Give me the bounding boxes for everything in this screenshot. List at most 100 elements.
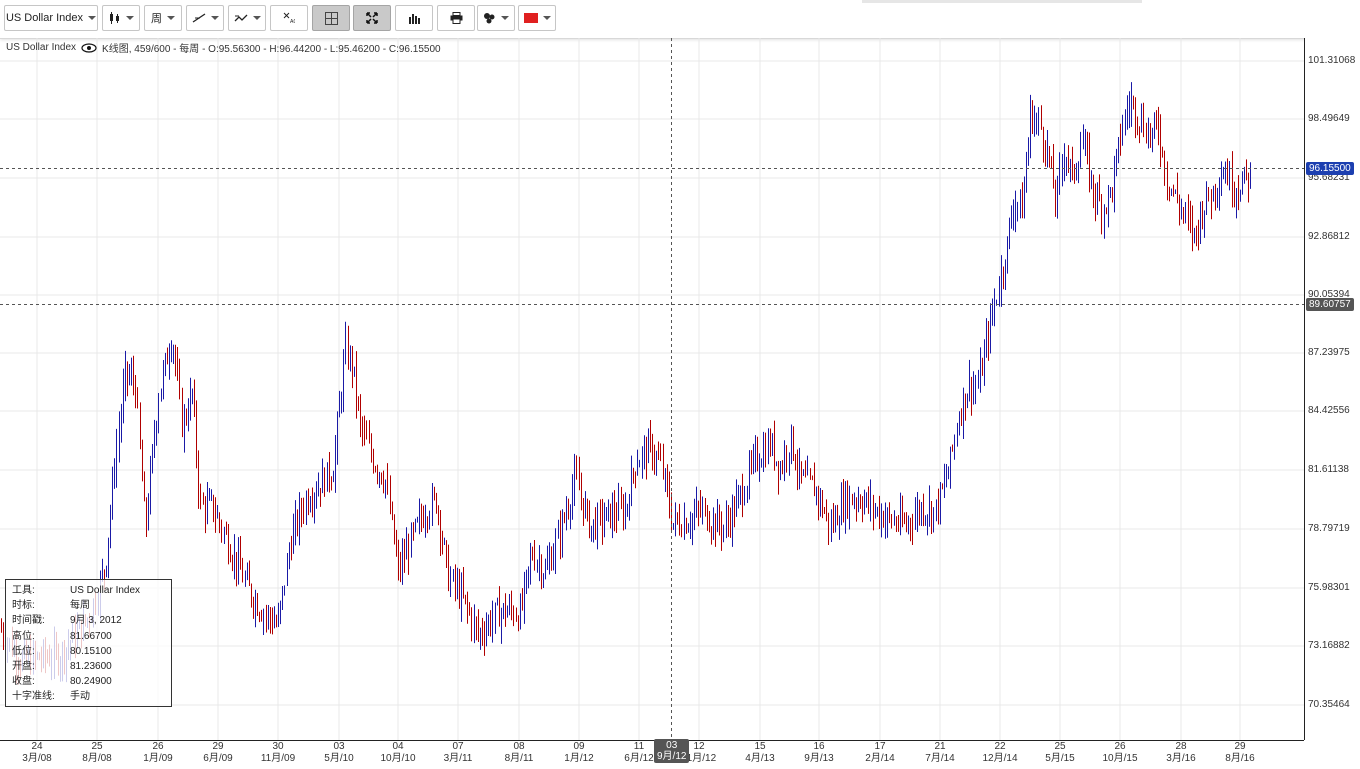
chevron-down-icon bbox=[125, 16, 134, 20]
time-tick-month: 8月/08 bbox=[82, 753, 112, 764]
time-tick-month: 8月/11 bbox=[504, 753, 534, 764]
compare-button[interactable] bbox=[228, 5, 266, 31]
tooltip-row: 时标: 每周 bbox=[12, 598, 171, 613]
tooltip-value: 每周 bbox=[70, 600, 90, 612]
symbol-select[interactable]: US Dollar Index bbox=[4, 5, 98, 31]
time-tick-label: 24 3月/08 bbox=[7, 741, 67, 765]
time-tick-month: 3月/16 bbox=[1166, 753, 1196, 764]
tooltip-value: US Dollar Index bbox=[70, 585, 141, 596]
chart-style-button[interactable] bbox=[102, 5, 140, 31]
time-tick-day: 26 bbox=[1114, 741, 1126, 752]
time-tick-day: 25 bbox=[91, 741, 103, 752]
candlestick-icon bbox=[109, 12, 121, 24]
grid-toggle-icon bbox=[324, 11, 338, 25]
tooltip-value: 80.15100 bbox=[70, 645, 112, 657]
time-tick-label: 07 3月/11 bbox=[428, 741, 488, 765]
time-tick-month: 1月/12 bbox=[564, 753, 594, 764]
fit-screen-button[interactable] bbox=[353, 5, 391, 31]
print-button[interactable] bbox=[437, 5, 475, 31]
chevron-down-icon bbox=[501, 16, 509, 20]
time-tick-label: 16 9月/13 bbox=[789, 741, 849, 765]
time-tick-month: 8月/16 bbox=[1225, 753, 1255, 764]
legend-details: K线图, 459/600 - 每周 - O:95.56300 - H:96.44… bbox=[102, 44, 441, 55]
price-chart[interactable] bbox=[0, 38, 1304, 740]
volume-bars-icon bbox=[408, 12, 420, 24]
period-select[interactable]: 周 bbox=[144, 5, 182, 31]
tooltip-key: 开盘: bbox=[12, 660, 35, 672]
price-axis[interactable] bbox=[1304, 38, 1360, 740]
price-tick-label: 92.86812 bbox=[1308, 231, 1350, 242]
price-tick-label: 75.98301 bbox=[1308, 582, 1350, 593]
crosshair-cursor-button[interactable]: A0 bbox=[270, 5, 308, 31]
eye-icon[interactable] bbox=[80, 42, 98, 53]
time-tick-day: 24 bbox=[31, 741, 43, 752]
tooltip-value: 80.24900 bbox=[70, 676, 112, 688]
time-tick-month: 10月/10 bbox=[380, 753, 416, 764]
time-tick-day: 04 bbox=[392, 741, 404, 752]
time-tick-label: 04 10月/10 bbox=[368, 741, 428, 765]
time-tick-month: 5月/15 bbox=[1045, 753, 1075, 764]
tooltip-key: 时间戳: bbox=[12, 615, 45, 627]
crosshair-price-tag: 89.60757 bbox=[1306, 298, 1354, 311]
tooltip-row: 开盘: 81.23600 bbox=[12, 659, 171, 674]
tooltip-row: 低位: 80.15100 bbox=[12, 644, 171, 659]
chevron-down-icon bbox=[210, 16, 219, 20]
time-tick-month: 6月/09 bbox=[203, 753, 233, 764]
time-tick-day: 03 bbox=[333, 741, 345, 752]
time-tick-day: 09 bbox=[573, 741, 585, 752]
time-tick-month: 9月/13 bbox=[804, 753, 834, 764]
time-tick-label: 25 8月/08 bbox=[67, 741, 127, 765]
time-tick-day: 30 bbox=[272, 741, 284, 752]
drawing-tools-icon bbox=[483, 12, 496, 24]
time-tick-month: 3月/11 bbox=[443, 753, 473, 764]
volume-bars-button[interactable] bbox=[395, 5, 433, 31]
tooltip-key: 收盘: bbox=[12, 676, 35, 688]
time-tick-month: 10月/15 bbox=[1102, 753, 1138, 764]
price-tick-label: 87.23975 bbox=[1308, 347, 1350, 358]
time-tick-month: 7月/14 bbox=[925, 753, 955, 764]
tooltip-row: 时间戳: 9月 3, 2012 bbox=[12, 613, 171, 628]
color-swatch-icon bbox=[523, 13, 538, 23]
time-tick-month: 11月/09 bbox=[260, 753, 296, 764]
period-select-value: 周 bbox=[151, 13, 162, 25]
time-tick-day: 15 bbox=[754, 741, 766, 752]
tooltip-key: 十字准线: bbox=[12, 691, 55, 703]
grid-toggle-button[interactable] bbox=[312, 5, 350, 31]
print-icon bbox=[450, 12, 463, 24]
price-tick-label: 70.35464 bbox=[1308, 699, 1350, 710]
time-tick-label: 15 4月/13 bbox=[730, 741, 790, 765]
crosshair-time-month: 9月/12 bbox=[657, 751, 687, 762]
time-tick-month: 5月/10 bbox=[324, 753, 354, 764]
drawing-tools-button[interactable] bbox=[477, 5, 515, 31]
chevron-down-icon bbox=[88, 16, 97, 20]
chevron-down-icon bbox=[542, 16, 551, 20]
time-tick-month: 1月/09 bbox=[143, 753, 173, 764]
time-tick-label: 21 7月/14 bbox=[910, 741, 970, 765]
price-tick-label: 78.79719 bbox=[1308, 523, 1350, 534]
tooltip-row: 高位: 81.66700 bbox=[12, 629, 171, 644]
crosshair-time-day: 03 bbox=[666, 740, 678, 751]
time-tick-label: 22 12月/14 bbox=[970, 741, 1030, 765]
time-tick-day: 25 bbox=[1054, 741, 1066, 752]
time-tick-day: 29 bbox=[212, 741, 224, 752]
tooltip-key: 低位: bbox=[12, 645, 35, 657]
chart-toolbar: US Dollar Index 周 A0 bbox=[0, 0, 1360, 39]
symbol-select-value: US Dollar Index bbox=[5, 12, 84, 24]
time-tick-month: 12月/14 bbox=[982, 753, 1018, 764]
chevron-down-icon bbox=[252, 16, 261, 20]
color-select-button[interactable] bbox=[518, 5, 556, 31]
time-tick-label: 29 8月/16 bbox=[1210, 741, 1270, 765]
price-tick-label: 101.31068 bbox=[1308, 55, 1356, 66]
trend-line-icon bbox=[192, 12, 206, 24]
time-tick-label: 30 11月/09 bbox=[248, 741, 308, 765]
time-tick-label: 29 6月/09 bbox=[188, 741, 248, 765]
time-tick-day: 29 bbox=[1234, 741, 1246, 752]
time-tick-label: 03 5月/10 bbox=[309, 741, 369, 765]
tooltip-value: 9月 3, 2012 bbox=[70, 615, 122, 627]
fit-screen-icon bbox=[366, 12, 378, 24]
time-tick-month: 2月/14 bbox=[865, 753, 895, 764]
indicator-button[interactable] bbox=[186, 5, 224, 31]
time-tick-label: 28 3月/16 bbox=[1151, 741, 1211, 765]
price-tick-label: 84.42556 bbox=[1308, 405, 1350, 416]
price-tick-label: 73.16882 bbox=[1308, 640, 1350, 651]
